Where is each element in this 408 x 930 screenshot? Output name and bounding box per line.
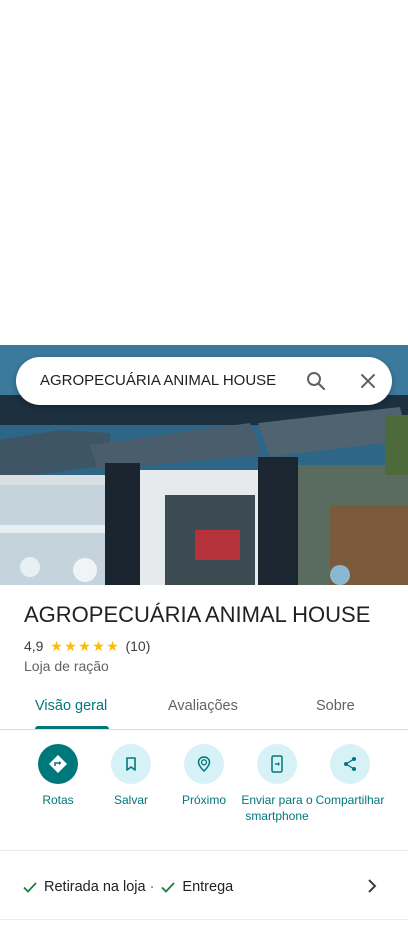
- star-icon: ★: [78, 638, 91, 654]
- share-button[interactable]: Compartilhar: [312, 744, 388, 808]
- send-to-phone-label: Enviar para o smartphone: [241, 793, 313, 823]
- star-icon: ★: [106, 638, 119, 654]
- check-icon: [160, 879, 176, 895]
- active-tab-indicator: [35, 726, 109, 729]
- tab-about[interactable]: Sobre: [316, 698, 355, 714]
- directions-button[interactable]: Rotas: [20, 744, 96, 808]
- rating-row[interactable]: 4,9 ★ ★ ★ ★ ★ (10): [24, 637, 150, 655]
- action-buttons: Rotas Salvar Próximo Enviar para o smart…: [0, 744, 408, 844]
- bookmark-icon: [111, 744, 151, 784]
- search-bar[interactable]: AGROPECUÁRIA ANIMAL HOUSE: [16, 357, 392, 405]
- service-pickup: Retirada na loja: [44, 879, 146, 895]
- divider: [0, 919, 408, 920]
- share-label: Compartilhar: [315, 793, 385, 807]
- service-separator: ·: [149, 879, 155, 895]
- map-blank-area: [0, 0, 408, 345]
- nearby-button[interactable]: Próximo: [166, 744, 242, 808]
- send-to-phone-icon: [257, 744, 297, 784]
- star-icon: ★: [50, 638, 63, 654]
- place-title: AGROPECUÁRIA ANIMAL HOUSE: [24, 602, 371, 627]
- check-icon: [22, 879, 38, 895]
- save-button[interactable]: Salvar: [93, 744, 169, 808]
- share-icon: [330, 744, 370, 784]
- rating-stars: ★ ★ ★ ★ ★: [49, 639, 119, 653]
- rating-value: 4,9: [24, 638, 44, 654]
- search-icon[interactable]: [304, 369, 328, 393]
- place-category: Loja de ração: [24, 658, 109, 674]
- review-count[interactable]: (10): [125, 638, 150, 654]
- search-input[interactable]: AGROPECUÁRIA ANIMAL HOUSE: [40, 372, 276, 389]
- directions-label: Rotas: [42, 793, 74, 807]
- save-label: Salvar: [113, 793, 148, 807]
- chevron-right-icon[interactable]: [362, 876, 382, 896]
- place-tabs: Visão geral Avaliações Sobre: [0, 684, 408, 730]
- star-icon: ★: [92, 638, 105, 654]
- service-delivery: Entrega: [182, 879, 234, 895]
- nearby-label: Próximo: [181, 793, 226, 807]
- service-options: Retirada na loja · Entrega: [22, 879, 233, 895]
- tab-overview[interactable]: Visão geral: [35, 698, 107, 714]
- directions-icon: [38, 744, 78, 784]
- send-to-phone-button[interactable]: Enviar para o smartphone: [239, 744, 315, 824]
- service-options-row[interactable]: Retirada na loja · Entrega: [0, 851, 408, 919]
- tab-reviews[interactable]: Avaliações: [168, 698, 238, 714]
- close-icon[interactable]: [356, 369, 380, 393]
- nearby-icon: [184, 744, 224, 784]
- star-icon: ★: [64, 638, 77, 654]
